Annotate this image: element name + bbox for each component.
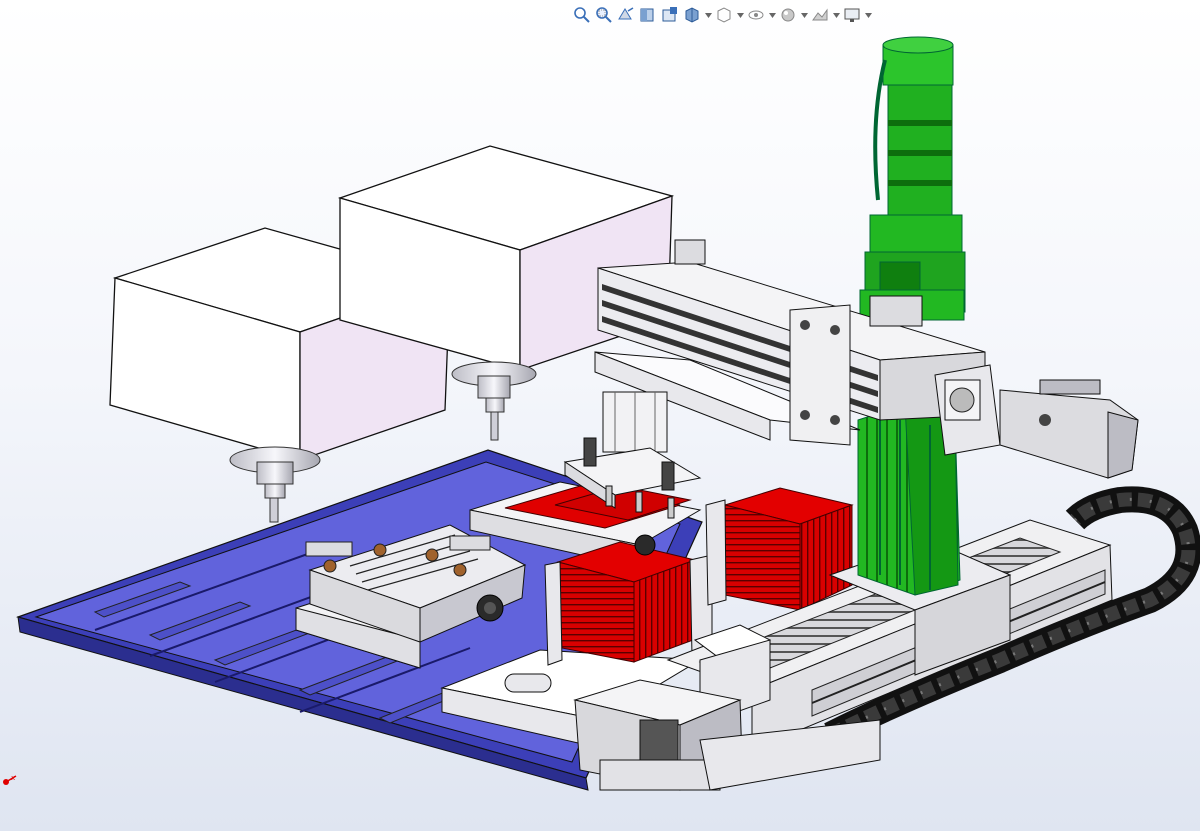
red-part-stack-front[interactable] — [544, 541, 713, 666]
edit-appearance-icon[interactable] — [778, 5, 798, 25]
view-settings-dropdown-arrow[interactable] — [864, 5, 872, 25]
apply-scene-icon[interactable] — [810, 5, 830, 25]
zoom-to-area-icon[interactable] — [594, 5, 614, 25]
apply-scene-dropdown-arrow[interactable] — [832, 5, 840, 25]
heads-up-view-toolbar — [572, 3, 872, 27]
hide-show-items-icon[interactable] — [746, 5, 766, 25]
svg-text:x: x — [11, 774, 15, 782]
view-orientation-icon[interactable] — [682, 5, 702, 25]
axis-triad: x — [3, 774, 17, 785]
view-orientation-dropdown-arrow[interactable] — [704, 5, 712, 25]
red-part-stack-right[interactable] — [705, 487, 854, 611]
zoom-to-fit-icon[interactable] — [572, 5, 592, 25]
hide-show-items-dropdown-arrow[interactable] — [768, 5, 776, 25]
edit-appearance-dropdown-arrow[interactable] — [800, 5, 808, 25]
y-axis-motor[interactable] — [934, 364, 1139, 479]
3d-viewport[interactable]: x — [0, 0, 1200, 831]
display-style-icon[interactable] — [714, 5, 734, 25]
z-axis-motor[interactable] — [859, 36, 966, 321]
section-view-icon[interactable] — [638, 5, 658, 25]
view-settings-icon[interactable] — [842, 5, 862, 25]
dynamic-annotation-icon[interactable] — [660, 5, 680, 25]
previous-view-icon[interactable] — [616, 5, 636, 25]
display-style-dropdown-arrow[interactable] — [736, 5, 744, 25]
